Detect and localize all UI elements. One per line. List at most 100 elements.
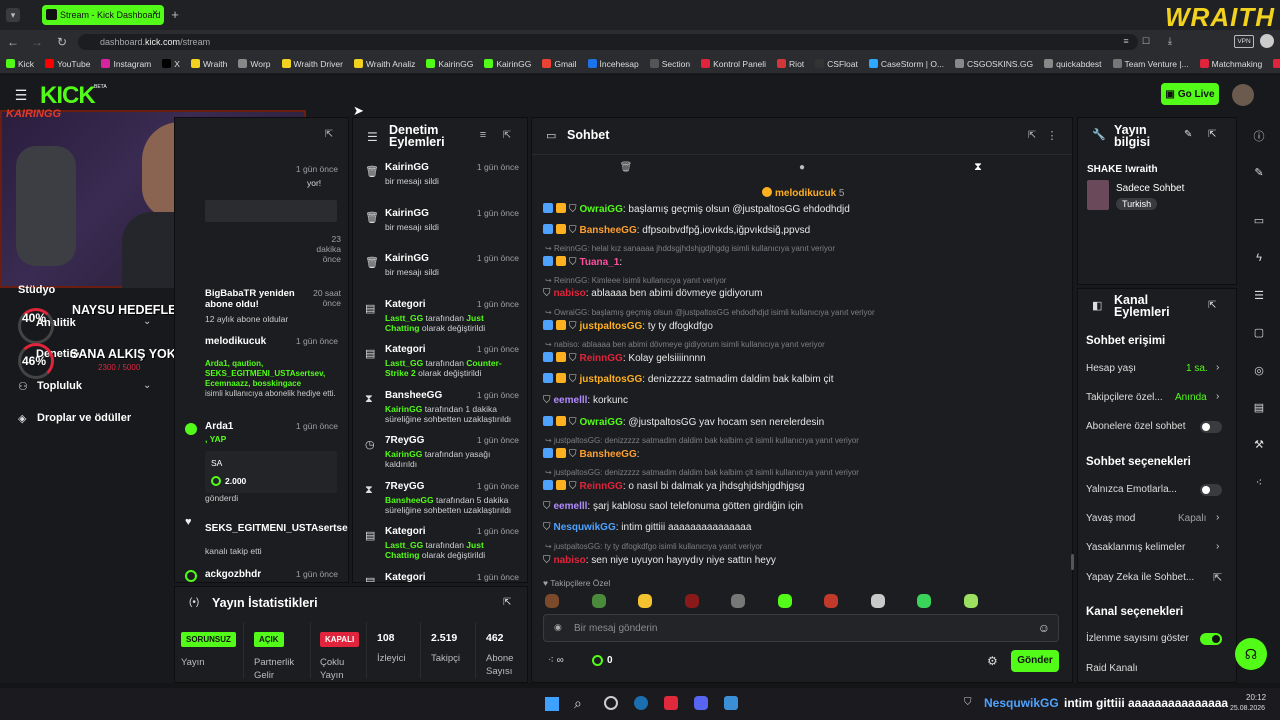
bookmark-icon[interactable]: ☐ <box>1140 34 1152 48</box>
profile-avatar-icon[interactable] <box>1260 34 1274 48</box>
popout-icon[interactable]: ⇱ <box>1208 300 1216 311</box>
popout-icon[interactable]: ⇱ <box>1026 129 1038 141</box>
emote-icon[interactable] <box>731 594 745 608</box>
bookmark-item[interactable]: Wraith Analiz <box>353 59 415 69</box>
emote-icon[interactable] <box>917 594 931 608</box>
chat-username[interactable]: ReinnGG <box>580 481 623 492</box>
bookmark-item[interactable]: Wraith <box>190 59 227 69</box>
chat-message[interactable]: ⛉ BansheeGG: <box>543 448 640 460</box>
chevron-right-icon[interactable]: › <box>1216 362 1219 373</box>
bookmark-item[interactable]: CSFloat <box>815 59 858 69</box>
url-field[interactable]: dashboard.kick.com/stream <box>78 34 1138 50</box>
vpn-icon[interactable]: VPN <box>1234 35 1254 48</box>
bookmark-item[interactable]: Kontrol Paneli <box>701 59 766 69</box>
close-tab-icon[interactable]: × <box>152 8 158 19</box>
filter-icon[interactable]: ≡ <box>477 129 489 141</box>
emote-icon[interactable] <box>777 594 792 608</box>
show-viewers-toggle[interactable] <box>1200 633 1222 645</box>
back-icon[interactable]: ← <box>6 35 20 49</box>
user-card-icon[interactable]: ▤ <box>1252 401 1266 415</box>
slow-mode-setting[interactable]: Yavaş mod <box>1086 513 1135 524</box>
bookmark-item[interactable]: YouTube <box>45 59 90 69</box>
trash-icon[interactable]: 🗑 <box>620 161 633 173</box>
chat-username[interactable]: eemelll <box>554 501 588 512</box>
chat-message[interactable]: ⛉ justpaltosGG: ty ty dfogkdfgo <box>543 320 713 332</box>
bookmark-item[interactable]: Matchmaking <box>1199 59 1262 69</box>
windows-start-icon[interactable] <box>545 697 559 711</box>
more-options-icon[interactable]: ⋮ <box>1046 129 1058 142</box>
emoji-icon[interactable]: ☺ <box>1038 621 1050 635</box>
bookmark-item[interactable]: X <box>162 59 180 69</box>
browser-tab-kick[interactable]: Stream - Kick Dashboard × <box>42 5 164 25</box>
emote-icon[interactable] <box>638 594 652 608</box>
bookmark-item[interactable]: Worp <box>238 59 271 69</box>
search-icon[interactable]: ⌕ <box>574 695 582 712</box>
help-headset-icon[interactable]: ☊ <box>1235 638 1267 670</box>
infinity-icon[interactable]: ⁖ ∞ <box>548 655 564 666</box>
popout-icon[interactable]: ⇱ <box>503 597 511 608</box>
bookmark-item[interactable]: quickabdest <box>1044 59 1102 69</box>
chat-username[interactable]: Tuana_1 <box>580 257 620 268</box>
download-icon[interactable]: ⤓ <box>1164 34 1176 48</box>
popout-icon[interactable]: ⇱ <box>323 128 335 140</box>
wrench-icon[interactable]: ⚒ <box>1252 438 1266 452</box>
chat-username[interactable]: OwraiGG <box>580 417 623 428</box>
chat-username[interactable]: nabiso <box>554 288 586 299</box>
new-tab-icon[interactable]: + <box>168 7 182 22</box>
bookmark-item[interactable]: Kick <box>6 59 34 69</box>
browser-menu-icon[interactable]: ▾ <box>6 8 20 22</box>
vivaldi-icon[interactable] <box>664 696 678 710</box>
chevron-right-icon[interactable]: › <box>1216 541 1219 552</box>
bookmark-item[interactable]: CSGOSKINS.GG <box>955 59 1033 69</box>
edit-icon[interactable]: ✎ <box>1252 166 1266 180</box>
app-icon[interactable] <box>604 696 618 710</box>
bookmark-item[interactable]: Wraith Driver <box>281 59 343 69</box>
bookmark-item[interactable]: KairinGG <box>484 59 531 69</box>
bookmark-item[interactable]: Instagram <box>101 59 151 69</box>
user-avatar[interactable] <box>1232 84 1254 106</box>
chat-bubble-icon[interactable]: ● <box>796 161 808 173</box>
discord-icon[interactable] <box>694 696 708 710</box>
chat-scrollbar[interactable] <box>1071 554 1074 570</box>
banned-words-setting[interactable]: Yasaklanmış kelimeler <box>1086 542 1185 553</box>
edit-pencil-icon[interactable]: ✎ <box>1184 129 1192 140</box>
chat-username[interactable]: nabiso <box>554 555 586 566</box>
reload-icon[interactable]: ↻ <box>55 35 69 49</box>
chat-message[interactable]: ⛉ eemelll: korkunc <box>543 395 628 406</box>
emote-icon[interactable] <box>963 594 978 608</box>
emote-icon[interactable] <box>870 594 885 608</box>
chat-username[interactable]: ReinnGG <box>580 353 623 364</box>
send-button[interactable]: Gönder <box>1011 650 1059 672</box>
lightning-icon[interactable]: ϟ <box>1252 252 1266 266</box>
chat-input[interactable]: ◉ Bir mesaj gönderin ☺ <box>543 614 1059 642</box>
menu-icon[interactable]: ≡ <box>1120 34 1132 48</box>
bookmark-item[interactable]: Gmail <box>542 59 577 69</box>
emote-icon[interactable] <box>545 594 559 608</box>
go-live-button[interactable]: ▣ Go Live <box>1161 83 1219 105</box>
chat-username[interactable]: justpaltosGG <box>580 374 643 385</box>
followers-only-setting[interactable]: Takipçilere özel... <box>1086 392 1163 403</box>
chat-message[interactable]: ⛉ nabiso: sen niye uyuyon hayıydıy niye s… <box>543 555 776 566</box>
chevron-right-icon[interactable]: › <box>1216 391 1219 402</box>
popout-icon[interactable]: ⇱ <box>501 129 513 141</box>
chat-username[interactable]: BansheeGG <box>580 449 637 460</box>
chat-message[interactable]: ⛉ NesquwikGG: intim gittiii aaaaaaaaaaaaa… <box>543 522 751 533</box>
chat-message[interactable]: ⛉ ReinnGG: Kolay gelsiiiinnnn <box>543 352 706 364</box>
hamburger-menu-icon[interactable]: ☰ <box>14 87 28 103</box>
chat-username[interactable]: eemelll <box>554 395 588 406</box>
chat-icon[interactable]: ▢ <box>1252 326 1266 340</box>
emote-icon[interactable] <box>591 594 606 608</box>
chevron-right-icon[interactable]: › <box>1216 512 1219 523</box>
bookmark-item[interactable]: Team Venture |... <box>1112 59 1189 69</box>
app-icon[interactable] <box>724 696 738 710</box>
nav-community[interactable]: Topluluk <box>37 380 82 392</box>
emote-icon[interactable] <box>824 594 838 608</box>
nav-drops[interactable]: Droplar ve ödüller <box>37 412 131 424</box>
chat-username[interactable]: NesquwikGG <box>554 522 616 533</box>
bookmark-item[interactable]: CaseStorm | O... <box>868 59 944 69</box>
popout-icon[interactable]: ⇱ <box>1208 129 1216 140</box>
chat-username[interactable]: BansheeGG <box>580 225 637 236</box>
ai-moderation-setting[interactable]: Yapay Zeka ile Sohbet... <box>1086 572 1194 583</box>
bookmark-item[interactable]: Section <box>649 59 690 69</box>
bookmark-item[interactable]: Submit a reque... <box>1273 59 1280 69</box>
